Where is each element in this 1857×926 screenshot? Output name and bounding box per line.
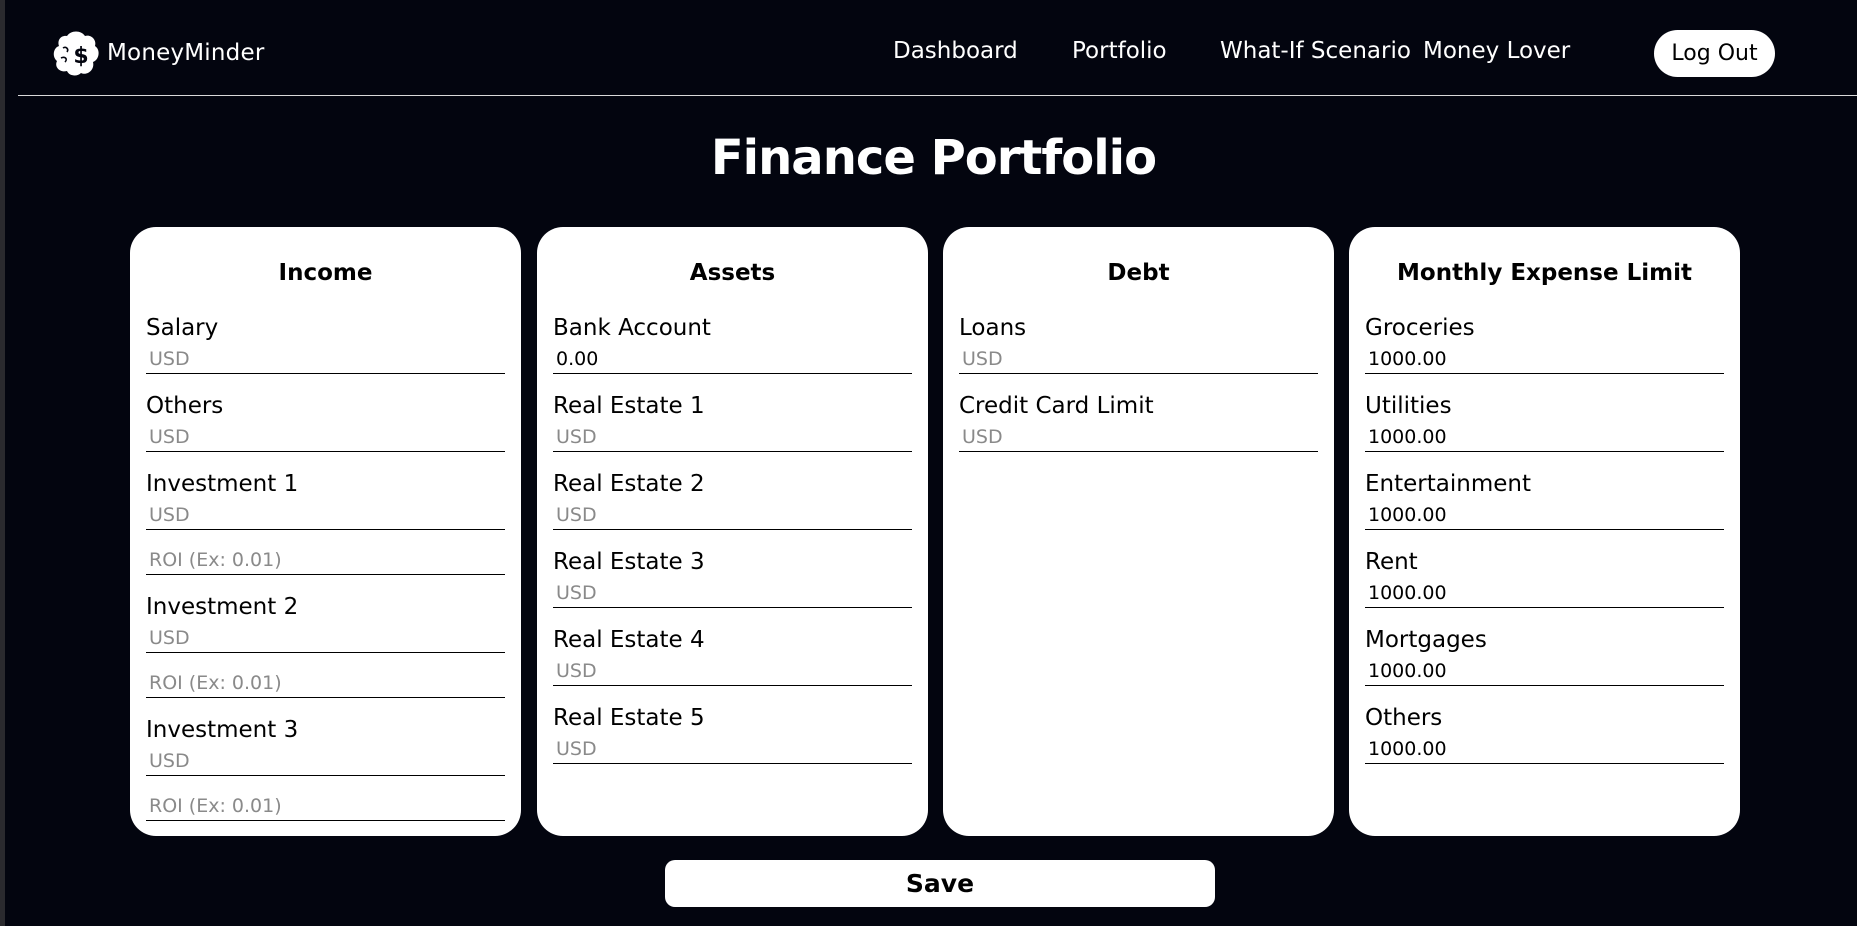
investment-1-field: Investment 1 xyxy=(146,468,505,575)
investment-2-label: Investment 2 xyxy=(146,594,299,620)
loans-input[interactable] xyxy=(959,344,1318,374)
expense-others-field: Others xyxy=(1365,702,1724,764)
log-out-button[interactable]: Log Out xyxy=(1654,30,1775,77)
save-button[interactable]: Save xyxy=(665,860,1215,907)
investment-3-roi-input[interactable] xyxy=(146,791,505,821)
real-estate-4-field: Real Estate 4 xyxy=(553,624,912,686)
salary-field: Salary xyxy=(146,312,505,374)
salary-input[interactable] xyxy=(146,344,505,374)
assets-card-title: Assets xyxy=(689,260,776,286)
utilities-field: Utilities xyxy=(1365,390,1724,452)
real-estate-4-input[interactable] xyxy=(553,656,912,686)
investment-3-label: Investment 3 xyxy=(146,717,299,743)
loans-label: Loans xyxy=(959,315,1027,341)
real-estate-2-field: Real Estate 2 xyxy=(553,468,912,530)
salary-label: Salary xyxy=(146,315,219,341)
groceries-label: Groceries xyxy=(1365,315,1475,341)
real-estate-5-label: Real Estate 5 xyxy=(553,705,705,731)
page-title: Finance Portfolio xyxy=(710,130,1157,186)
nav-links: Dashboard Portfolio What-If Scenario Mon… xyxy=(18,38,1857,72)
investment-1-input[interactable] xyxy=(146,500,505,530)
debt-card-title: Debt xyxy=(1107,260,1170,286)
app-window: $ MoneyMinder Dashboard Portfolio What-I… xyxy=(5,0,1857,926)
mortgages-input[interactable] xyxy=(1365,656,1724,686)
real-estate-5-field: Real Estate 5 xyxy=(553,702,912,764)
real-estate-1-field: Real Estate 1 xyxy=(553,390,912,452)
real-estate-1-input[interactable] xyxy=(553,422,912,452)
expense-limit-card: Monthly Expense Limit Groceries Utilitie… xyxy=(1349,227,1740,836)
investment-3-input[interactable] xyxy=(146,746,505,776)
bank-account-field: Bank Account xyxy=(553,312,912,374)
credit-card-limit-label: Credit Card Limit xyxy=(959,393,1154,419)
income-card-title: Income xyxy=(278,260,373,286)
expense-others-input[interactable] xyxy=(1365,734,1724,764)
groceries-field: Groceries xyxy=(1365,312,1724,374)
loans-field: Loans xyxy=(959,312,1318,374)
credit-card-limit-input[interactable] xyxy=(959,422,1318,452)
investment-3-field: Investment 3 xyxy=(146,714,505,821)
mortgages-field: Mortgages xyxy=(1365,624,1724,686)
real-estate-4-label: Real Estate 4 xyxy=(553,627,705,653)
real-estate-3-input[interactable] xyxy=(553,578,912,608)
top-navbar: $ MoneyMinder Dashboard Portfolio What-I… xyxy=(18,0,1857,96)
real-estate-5-input[interactable] xyxy=(553,734,912,764)
real-estate-2-label: Real Estate 2 xyxy=(553,471,705,497)
debt-card: Debt Loans Credit Card Limit xyxy=(943,227,1334,836)
real-estate-3-label: Real Estate 3 xyxy=(553,549,705,575)
investment-2-roi-input[interactable] xyxy=(146,668,505,698)
income-others-input[interactable] xyxy=(146,422,505,452)
groceries-input[interactable] xyxy=(1365,344,1724,374)
real-estate-2-input[interactable] xyxy=(553,500,912,530)
utilities-label: Utilities xyxy=(1365,393,1452,419)
investment-2-field: Investment 2 xyxy=(146,591,505,698)
income-others-field: Others xyxy=(146,390,505,452)
rent-label: Rent xyxy=(1365,549,1418,575)
real-estate-3-field: Real Estate 3 xyxy=(553,546,912,608)
entertainment-field: Entertainment xyxy=(1365,468,1724,530)
rent-field: Rent xyxy=(1365,546,1724,608)
income-card: Income Salary Others Investment 1 Invest… xyxy=(130,227,521,836)
expense-others-label: Others xyxy=(1365,705,1443,731)
utilities-input[interactable] xyxy=(1365,422,1724,452)
investment-2-input[interactable] xyxy=(146,623,505,653)
nav-link-portfolio[interactable]: Portfolio xyxy=(1072,38,1167,64)
bank-account-input[interactable] xyxy=(553,344,912,374)
rent-input[interactable] xyxy=(1365,578,1724,608)
credit-card-limit-field: Credit Card Limit xyxy=(959,390,1318,452)
nav-link-what-if-scenario[interactable]: What-If Scenario xyxy=(1220,38,1411,64)
mortgages-label: Mortgages xyxy=(1365,627,1487,653)
entertainment-input[interactable] xyxy=(1365,500,1724,530)
expense-limit-card-title: Monthly Expense Limit xyxy=(1397,260,1692,286)
nav-link-dashboard[interactable]: Dashboard xyxy=(893,38,1018,64)
investment-1-roi-input[interactable] xyxy=(146,545,505,575)
investment-1-label: Investment 1 xyxy=(146,471,299,497)
nav-link-money-lover[interactable]: Money Lover xyxy=(1423,38,1570,64)
real-estate-1-label: Real Estate 1 xyxy=(553,393,705,419)
bank-account-label: Bank Account xyxy=(553,315,711,341)
assets-card: Assets Bank Account Real Estate 1 Real E… xyxy=(537,227,928,836)
income-others-label: Others xyxy=(146,393,224,419)
entertainment-label: Entertainment xyxy=(1365,471,1531,497)
